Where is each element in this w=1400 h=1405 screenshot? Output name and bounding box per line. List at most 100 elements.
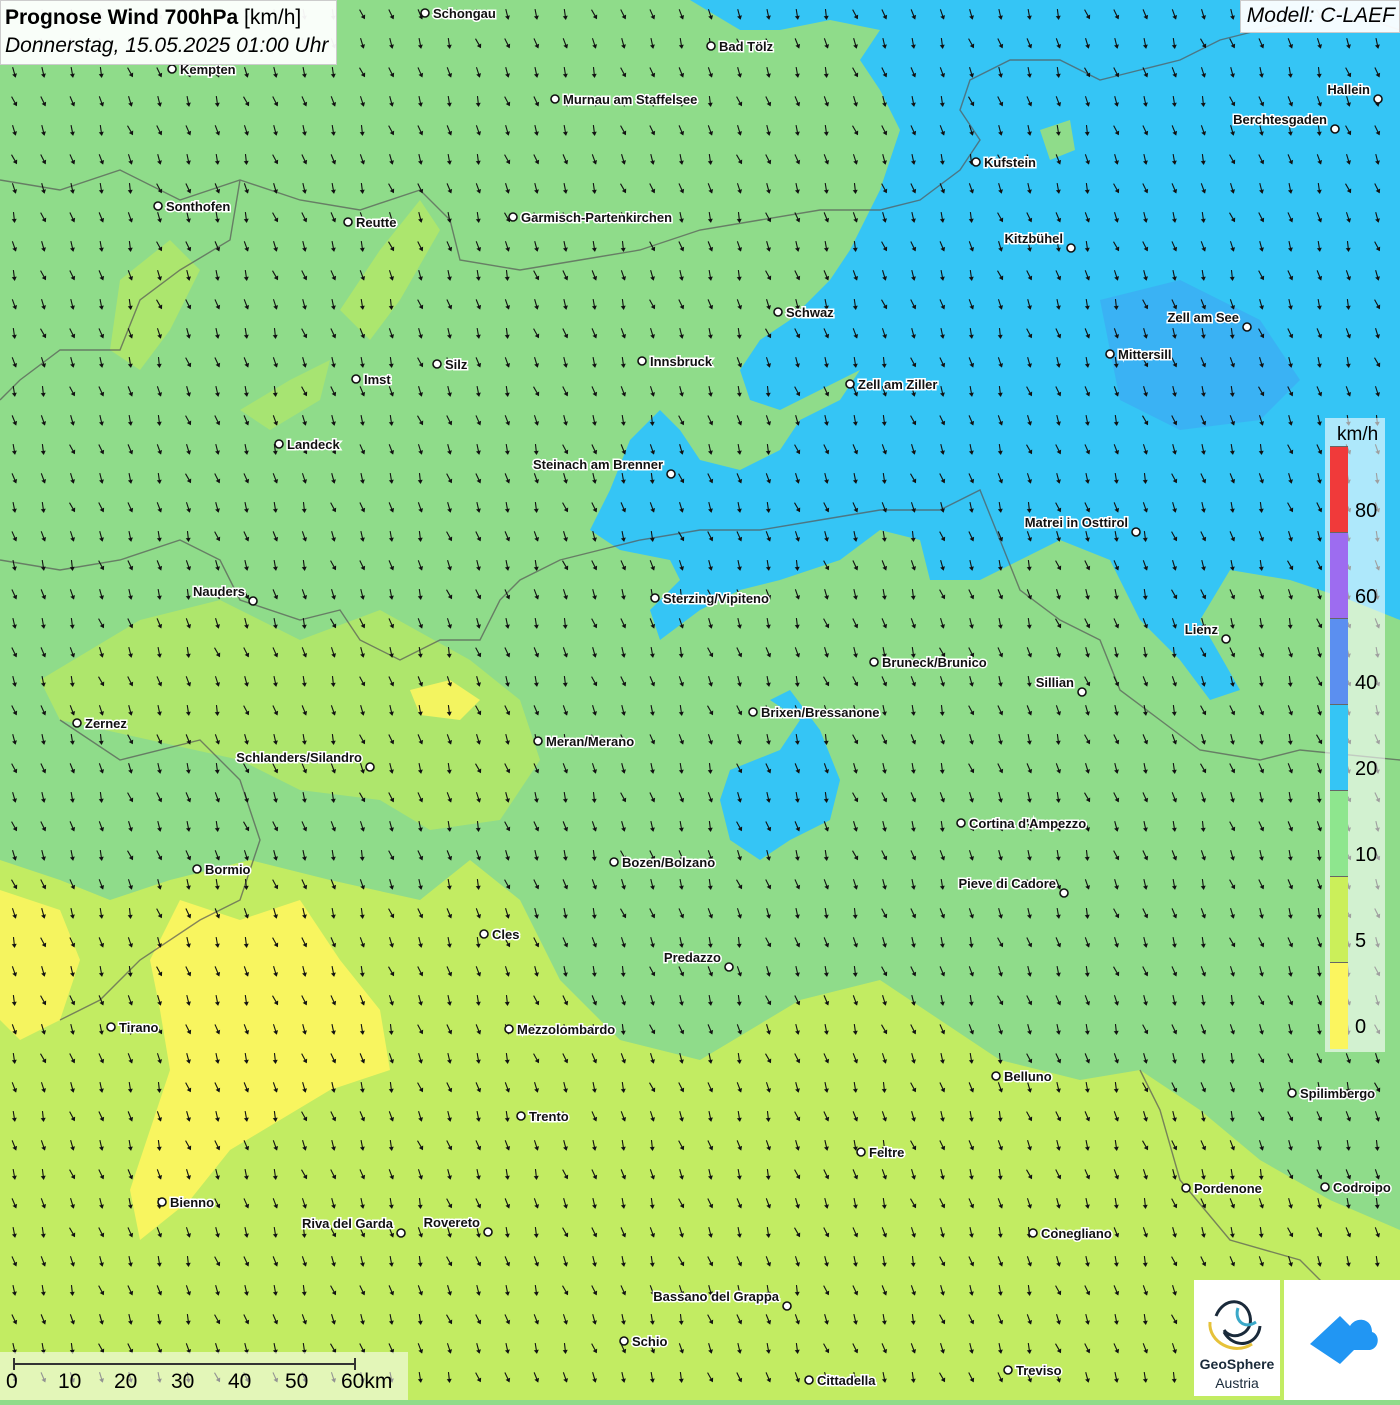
city-marker[interactable]: Conegliano	[1028, 1225, 1113, 1243]
city-label: Garmisch-Partenkirchen	[521, 210, 672, 225]
title-unit: [km/h]	[244, 6, 302, 29]
city-dot	[550, 94, 560, 104]
city-dot	[1059, 888, 1069, 898]
legend-swatch	[1330, 790, 1348, 877]
city-marker[interactable]: Bozen/Bolzano	[609, 854, 717, 872]
legend-label: 60	[1355, 586, 1378, 608]
city-label: Cles	[492, 927, 519, 942]
city-dot	[1003, 1365, 1013, 1375]
city-marker[interactable]: Brixen/Bressanone	[748, 704, 881, 722]
city-dot	[516, 1111, 526, 1121]
city-marker[interactable]: Mezzolombardo	[504, 1021, 617, 1039]
city-dot	[167, 64, 177, 74]
legend-label: 10	[1355, 844, 1378, 866]
city-marker[interactable]: Cortina d'Ampezzo	[956, 815, 1088, 833]
scale-label: 20	[114, 1370, 138, 1393]
city-marker[interactable]: Murnau am Staffelsee	[550, 91, 699, 109]
legend-unit: km/h	[1337, 424, 1379, 445]
city-label: Lienz	[1185, 622, 1219, 637]
city-marker[interactable]: Innsbruck	[637, 353, 714, 371]
city-dot	[1242, 322, 1252, 332]
city-label: Sterzing/Vipiteno	[663, 591, 769, 606]
city-label: Matrei in Osttirol	[1025, 515, 1128, 530]
city-label: Pieve di Cadore	[958, 876, 1056, 891]
city-label: Predazzo	[664, 950, 721, 965]
scale-label: 40	[228, 1370, 252, 1393]
wind-map[interactable]: SchongauBad TölzKemptenMurnau am Staffel…	[0, 0, 1400, 1400]
city-label: Belluno	[1004, 1069, 1052, 1084]
scale-label: 50	[285, 1370, 309, 1393]
city-label: Rovereto	[424, 1215, 480, 1230]
city-label: Silz	[445, 357, 468, 372]
scale-label: 30	[171, 1370, 195, 1393]
city-dot	[1105, 349, 1115, 359]
city-label: Riva del Garda	[302, 1216, 394, 1231]
scale-label: 60km	[341, 1370, 393, 1393]
city-marker[interactable]: Bruneck/Brunico	[869, 654, 988, 672]
city-label: Murnau am Staffelsee	[563, 92, 697, 107]
city-dot	[869, 657, 879, 667]
geosphere-country: Austria	[1215, 1375, 1259, 1391]
city-dot	[845, 379, 855, 389]
city-label: Berchtesgaden	[1233, 112, 1327, 127]
city-label: Spilimbergo	[1300, 1086, 1375, 1101]
city-label: Schwaz	[786, 305, 834, 320]
city-label: Bozen/Bolzano	[622, 855, 715, 870]
legend-swatch	[1330, 618, 1348, 705]
city-marker[interactable]: Zell am Ziller	[845, 376, 939, 394]
geosphere-swirl-icon	[1208, 1300, 1262, 1350]
weather-app-icon	[1310, 1316, 1378, 1364]
title-heading: Prognose Wind 700hPa [km/h]	[5, 4, 328, 32]
city-dot	[1131, 527, 1141, 537]
legend-label: 40	[1355, 672, 1378, 694]
city-label: Bormio	[205, 862, 251, 877]
city-dot	[343, 217, 353, 227]
city-dot	[666, 469, 676, 479]
city-label: Innsbruck	[650, 354, 713, 369]
city-label: Landeck	[287, 437, 341, 452]
city-marker[interactable]: Schongau	[420, 5, 497, 23]
city-label: Tirano	[119, 1020, 159, 1035]
city-dot	[1181, 1183, 1191, 1193]
city-dot	[351, 374, 361, 384]
city-dot	[856, 1147, 866, 1157]
city-dot	[971, 157, 981, 167]
city-label: Mittersill	[1118, 347, 1171, 362]
city-dot	[1077, 687, 1087, 697]
city-dot	[1320, 1182, 1330, 1192]
city-dot	[157, 1197, 167, 1207]
city-label: Sillian	[1036, 675, 1074, 690]
city-label: Treviso	[1016, 1363, 1062, 1378]
city-label: Nauders	[193, 584, 245, 599]
model-label: Modell: C-LAEF	[1239, 0, 1400, 33]
city-marker[interactable]: Meran/Merano	[533, 733, 636, 751]
city-dot	[804, 1375, 814, 1385]
city-dot	[479, 929, 489, 939]
city-label: Sonthofen	[166, 199, 230, 214]
city-dot	[274, 439, 284, 449]
legend-swatch	[1330, 704, 1348, 791]
city-marker[interactable]: Garmisch-Partenkirchen	[508, 209, 674, 227]
city-marker[interactable]: Sterzing/Vipiteno	[650, 590, 770, 608]
city-label: Mezzolombardo	[517, 1022, 615, 1037]
city-dot	[1221, 634, 1231, 644]
geosphere-logo[interactable]: GeoSphere Austria	[1194, 1280, 1280, 1396]
city-marker[interactable]: Sonthofen	[153, 198, 232, 216]
geosphere-name: GeoSphere	[1199, 1356, 1275, 1372]
city-label: Kufstein	[984, 155, 1036, 170]
city-label: Imst	[364, 372, 391, 387]
city-marker[interactable]: Spilimbergo	[1287, 1085, 1377, 1103]
city-label: Bruneck/Brunico	[882, 655, 987, 670]
city-dot	[192, 864, 202, 874]
city-marker[interactable]: Pordenone	[1181, 1180, 1263, 1198]
city-label: Zell am Ziller	[858, 377, 937, 392]
legend-swatch	[1330, 962, 1348, 1049]
city-dot	[508, 212, 518, 222]
city-label: Schlanders/Silandro	[236, 750, 362, 765]
city-label: Trento	[529, 1109, 569, 1124]
city-dot	[956, 818, 966, 828]
weather-app-logo[interactable]	[1284, 1280, 1400, 1400]
city-label: Bad Tölz	[719, 39, 774, 54]
city-label: Meran/Merano	[546, 734, 634, 749]
title-box: Prognose Wind 700hPa [km/h] Donnerstag, …	[0, 0, 338, 65]
